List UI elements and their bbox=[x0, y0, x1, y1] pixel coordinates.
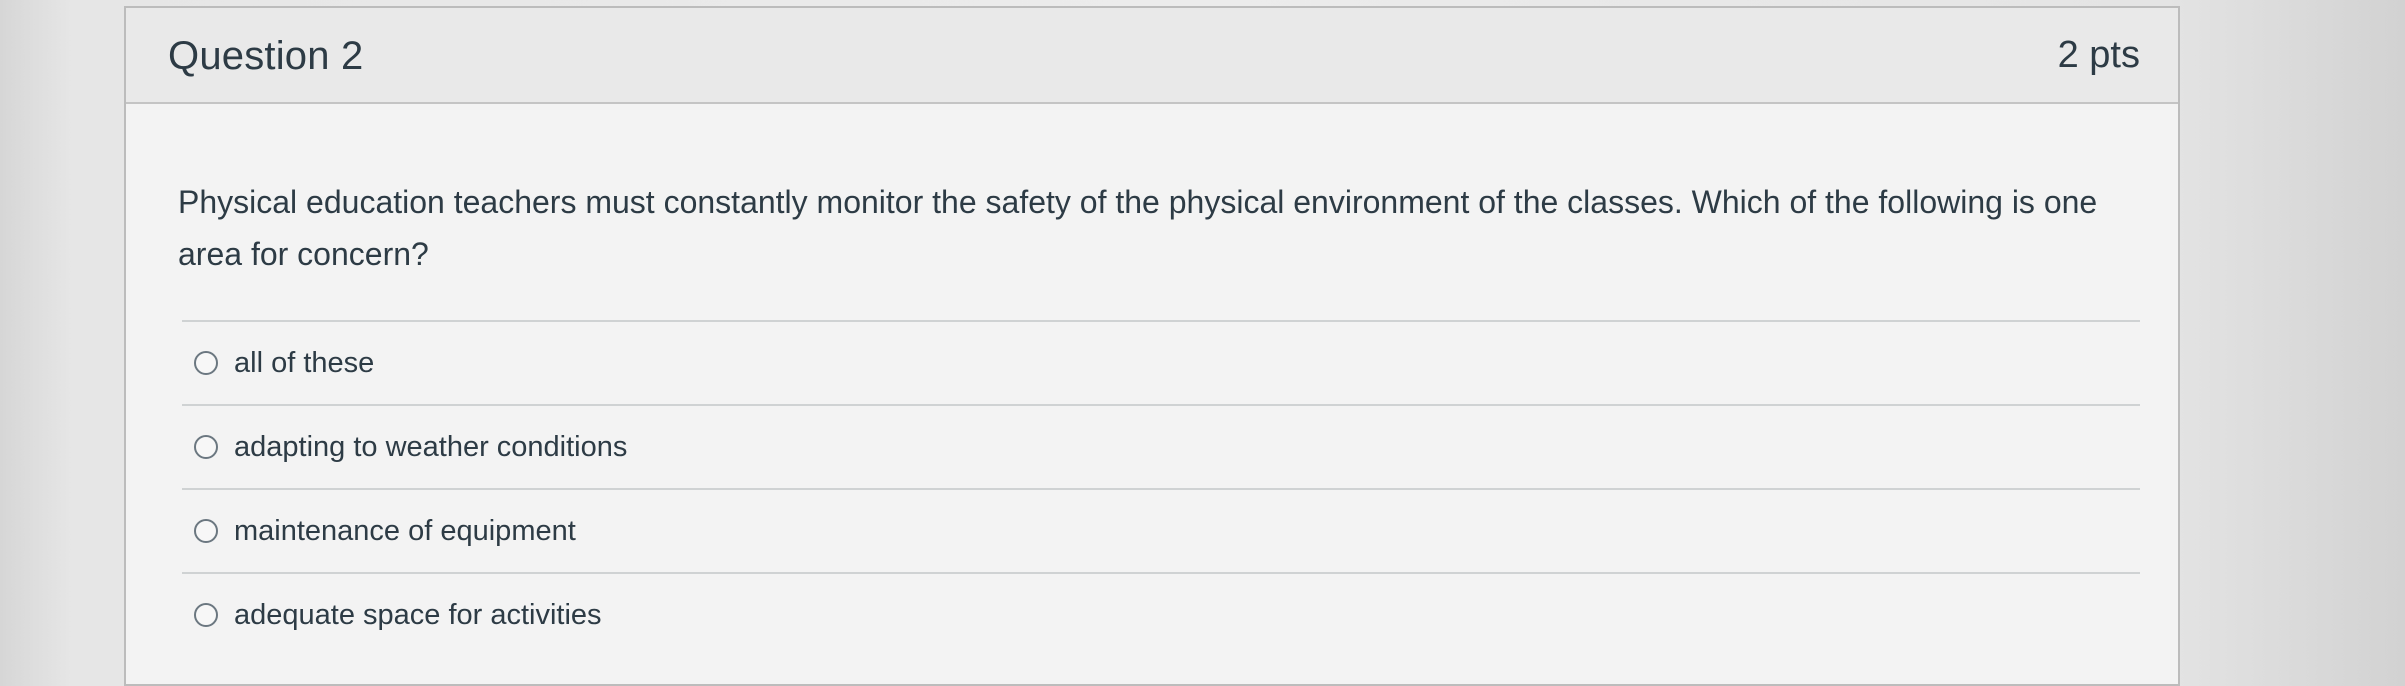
answer-option-equipment[interactable]: maintenance of equipment bbox=[182, 490, 2140, 572]
question-header: Question 2 2 pts bbox=[126, 8, 2178, 104]
question-title: Question 2 bbox=[168, 34, 364, 78]
answer-option-all-of-these[interactable]: all of these bbox=[182, 322, 2140, 404]
radio-button[interactable] bbox=[194, 519, 218, 543]
radio-button[interactable] bbox=[194, 435, 218, 459]
answer-label[interactable]: adequate space for activities bbox=[234, 599, 602, 632]
answer-option-weather[interactable]: adapting to weather conditions bbox=[182, 406, 2140, 488]
question-text: Physical education teachers must constan… bbox=[178, 184, 2098, 272]
answer-list: all of these adapting to weather conditi… bbox=[182, 320, 2140, 656]
answer-label[interactable]: maintenance of equipment bbox=[234, 515, 576, 548]
question-card: Question 2 2 pts Physical education teac… bbox=[124, 6, 2180, 686]
answer-label[interactable]: adapting to weather conditions bbox=[234, 431, 627, 464]
radio-button[interactable] bbox=[194, 351, 218, 375]
answer-label[interactable]: all of these bbox=[234, 347, 374, 380]
radio-button[interactable] bbox=[194, 603, 218, 627]
question-points: 2 pts bbox=[2057, 34, 2140, 76]
answer-option-space[interactable]: adequate space for activities bbox=[182, 574, 2140, 656]
